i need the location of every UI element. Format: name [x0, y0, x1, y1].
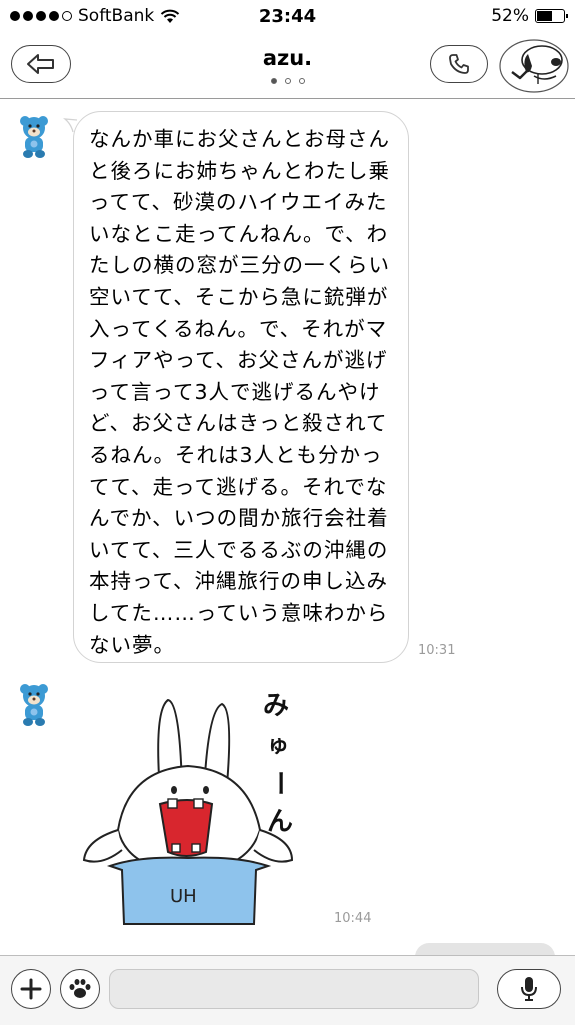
battery-icon	[535, 9, 568, 23]
call-button[interactable]	[430, 45, 488, 83]
rabbit-sticker[interactable]: UH み ゅ ー ん	[78, 680, 310, 926]
phone-icon	[449, 54, 469, 74]
input-bar	[0, 955, 575, 1025]
status-right: 52%	[491, 6, 568, 26]
page-dot	[298, 78, 305, 84]
voice-button[interactable]	[497, 969, 561, 1009]
sticker-shirt-text: UH	[170, 886, 197, 907]
plus-icon	[20, 978, 42, 1000]
sticker-caption-3: ー	[264, 770, 294, 796]
sender-avatar[interactable]	[17, 682, 51, 728]
message-bubble[interactable]: なんか車にお父さんとお母さんと後ろにお姉ちゃんとわたし乗ってて、砂漠のハイウエイ…	[73, 111, 409, 663]
page-dot	[270, 78, 277, 84]
status-bar: SoftBank 23:44 52%	[0, 0, 575, 32]
message-text: なんか車にお父さんとお母さんと後ろにお姉ちゃんとわたし乗ってて、砂漠のハイウエイ…	[89, 127, 390, 657]
chat-header: azu.	[0, 34, 575, 99]
sticker-caption-2: ゅ	[267, 733, 289, 758]
sticker-button[interactable]	[60, 969, 100, 1009]
message-input[interactable]	[109, 969, 479, 1009]
plus-button[interactable]	[11, 969, 51, 1009]
chat-title[interactable]: azu.	[0, 46, 575, 70]
profile-image[interactable]	[498, 38, 570, 94]
page-indicator	[0, 78, 575, 84]
message-time: 10:31	[418, 643, 456, 658]
battery-percent: 52%	[491, 6, 529, 26]
microphone-icon	[521, 977, 537, 1001]
message-time: 10:44	[334, 911, 372, 926]
sender-avatar[interactable]	[17, 114, 51, 160]
sticker-caption-1: み	[263, 691, 289, 721]
sticker-caption-4: ん	[267, 807, 293, 837]
paw-icon	[69, 979, 91, 998]
clock: 23:44	[258, 6, 317, 27]
page-dot	[284, 78, 291, 84]
